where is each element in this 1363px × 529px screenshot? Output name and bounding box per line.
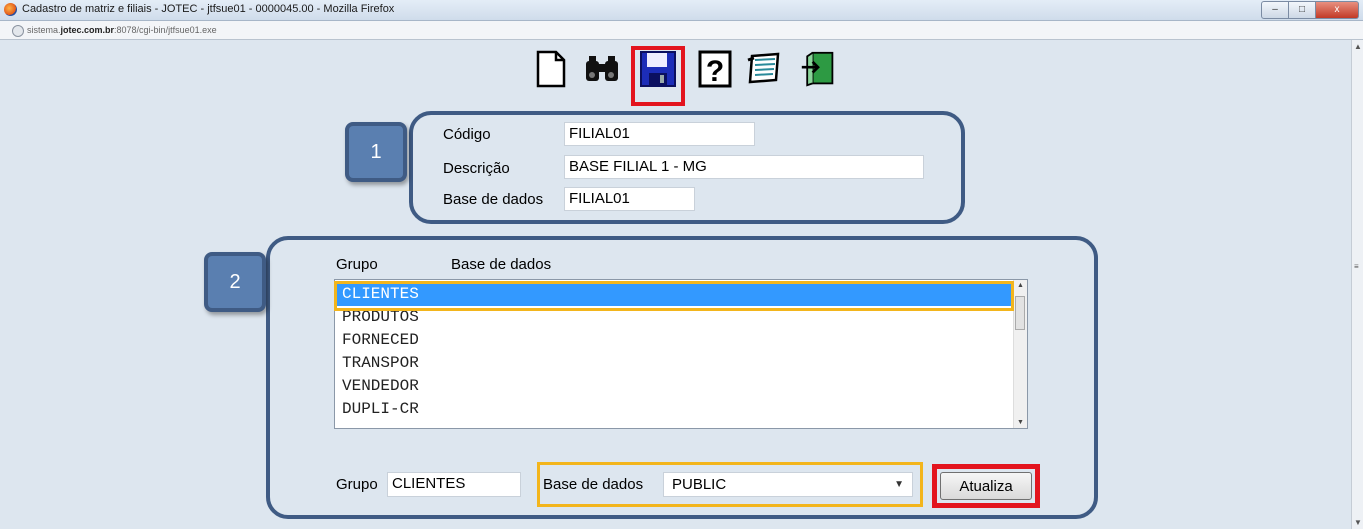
minimize-button[interactable]: – [1261,1,1289,19]
list-scroll-up-icon[interactable]: ▲ [1017,282,1024,289]
list-item[interactable]: DUPLI-CR [335,398,1027,421]
codigo-label: Código [443,126,491,143]
grupo-input[interactable]: CLIENTES [387,472,521,497]
column-grupo-header: Grupo [336,256,378,273]
column-base-dados-header: Base de dados [451,256,552,273]
section-badge-1: 1 [345,122,407,182]
save-button-highlight [631,46,685,106]
scroll-grip-icon[interactable]: ≡ [1354,262,1359,271]
list-scroll-thumb[interactable] [1015,296,1025,330]
scroll-up-icon[interactable]: ▲ [1354,42,1362,51]
maximize-button[interactable]: □ [1289,1,1316,19]
base-dados-label: Base de dados [443,191,544,208]
codigo-input[interactable]: FILIAL01 [564,122,755,146]
binoculars-search-icon[interactable] [584,48,620,90]
scroll-down-icon[interactable]: ▼ [1354,518,1362,527]
firefox-icon [4,3,17,16]
base-dados-select-label: Base de dados [543,476,644,493]
list-scroll-down-icon[interactable]: ▼ [1017,419,1024,426]
window-controls: – □ x [1261,1,1359,19]
help-question-icon[interactable]: ? [697,48,733,90]
grupo-label: Grupo [336,476,378,493]
base-dados-select-value: PUBLIC [672,476,727,493]
svg-text:?: ? [706,55,724,88]
list-item[interactable]: TRANSPOR [335,352,1027,375]
window-title: Cadastro de matriz e filiais - JOTEC - j… [22,3,395,15]
new-document-icon[interactable] [533,48,569,90]
url-bar[interactable]: sistema.jotec.com.br:8078/cgi-bin/jtfsue… [0,21,1363,40]
page-scrollbar[interactable]: ▲ ≡ ▼ [1351,40,1363,529]
url-text: sistema.jotec.com.br:8078/cgi-bin/jtfsue… [27,25,217,35]
list-item[interactable]: VENDEDOR [335,375,1027,398]
descricao-input[interactable]: BASE FILIAL 1 - MG [564,155,924,179]
selected-item-highlight [334,281,1014,311]
notepad-icon[interactable] [746,48,782,90]
window-titlebar: Cadastro de matriz e filiais - JOTEC - j… [0,0,1363,21]
list-item[interactable]: FORNECED [335,329,1027,352]
section-badge-2: 2 [204,252,266,312]
globe-icon [12,25,24,37]
base-dados-input[interactable]: FILIAL01 [564,187,695,211]
exit-door-icon[interactable] [800,48,836,90]
chevron-down-icon[interactable]: ▼ [894,473,904,496]
atualiza-button[interactable]: Atualiza [940,472,1032,500]
descricao-label: Descrição [443,160,510,177]
base-dados-select[interactable]: PUBLIC ▼ [663,472,913,497]
listbox-scrollbar[interactable]: ▲ ▼ [1013,280,1027,428]
close-button[interactable]: x [1316,1,1359,19]
